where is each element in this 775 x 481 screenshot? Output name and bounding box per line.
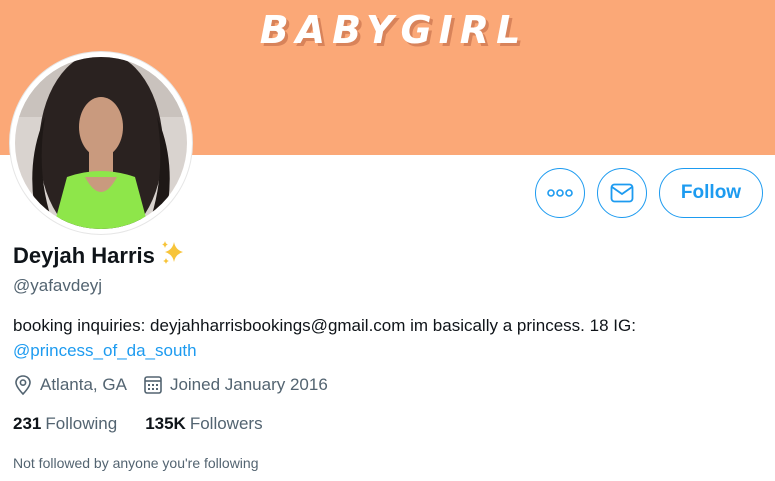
profile-bio: booking inquiries: deyjahharrisbookings@…: [13, 313, 773, 363]
mail-icon: [610, 183, 634, 203]
bio-text: booking inquiries: deyjahharrisbookings@…: [13, 316, 636, 335]
following-link[interactable]: 231 Following: [13, 414, 117, 434]
followed-by-note: Not followed by anyone you're following: [13, 455, 259, 471]
followers-count: 135K: [145, 414, 186, 433]
location-icon: [15, 375, 31, 396]
location-text: Atlanta, GA: [40, 375, 127, 394]
message-button[interactable]: [597, 168, 647, 218]
following-count: 231: [13, 414, 42, 433]
bio-link[interactable]: @princess_of_da_south: [13, 341, 197, 360]
join-date-text: Joined January 2016: [169, 375, 328, 394]
followers-label: Followers: [189, 414, 263, 433]
avatar[interactable]: [10, 52, 192, 234]
profile-handle: @yafavdeyj: [13, 276, 103, 295]
more-button[interactable]: [535, 168, 585, 218]
sparkles-icon: [159, 239, 187, 272]
profile-stats: 231 Following 135K Followers: [13, 414, 291, 434]
profile-meta: Atlanta, GA Joined January 2016: [13, 374, 344, 396]
location: Atlanta, GA: [13, 374, 127, 396]
followers-link[interactable]: 135K Followers: [145, 414, 262, 434]
profile-actions: Follow: [535, 168, 763, 218]
more-icon: [547, 189, 573, 197]
profile-name: Deyjah Harris: [13, 242, 155, 268]
follow-button[interactable]: Follow: [659, 168, 763, 218]
avatar-photo: [15, 57, 187, 229]
profile-name-row: Deyjah Harris: [13, 239, 187, 272]
following-label: Following: [45, 414, 118, 433]
banner-text: BABYGIRL: [259, 8, 528, 52]
join-date: Joined January 2016: [143, 375, 328, 395]
calendar-icon: [144, 376, 162, 394]
